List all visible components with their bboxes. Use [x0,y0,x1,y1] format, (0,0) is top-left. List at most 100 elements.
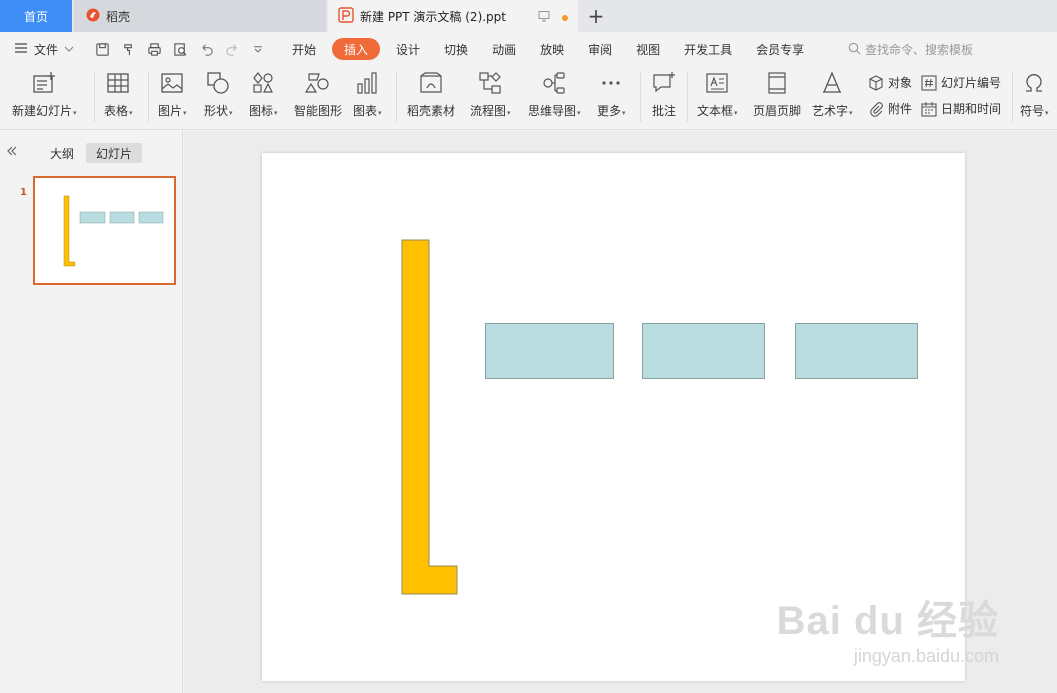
chart-button[interactable]: 图表▾ [353,70,382,119]
file-menu-button[interactable]: 文件 [14,41,84,58]
object-button[interactable]: 对象 [868,74,912,91]
attachment-button[interactable]: 附件 [868,100,912,117]
daoke-logo-icon [86,8,100,25]
main-menu-tabs: 开始 插入 设计 切换 动画 放映 审阅 视图 开发工具 会员专享 [280,32,816,66]
ribbon-separator [687,72,688,122]
rectangle-shape-2[interactable] [642,323,765,379]
header-footer-button[interactable]: 页眉页脚 [753,70,801,119]
redo-icon[interactable] [224,41,240,57]
menu-tab-member[interactable]: 会员专享 [744,38,816,60]
print-icon[interactable] [146,41,162,57]
save-icon[interactable] [94,41,110,57]
slides-panel: 大纲 幻灯片 1 [0,131,183,693]
shape-icon [207,72,229,94]
tab-home[interactable]: 首页 [0,0,72,32]
menu-tab-slideshow[interactable]: 放映 [528,38,576,60]
watermark-url: jingyan.baidu.com [853,646,999,666]
icon-library-icon [253,72,274,93]
tab-outline[interactable]: 大纲 [40,143,84,163]
date-time-label: 日期和时间 [941,102,1002,116]
picture-button[interactable]: 图片▾ [158,70,187,119]
table-label: 表格 [104,104,129,118]
mindmap-button[interactable]: 思维导图▾ [528,70,581,119]
ribbon-separator [94,72,95,122]
header-footer-label: 页眉页脚 [753,104,802,118]
more-button[interactable]: 更多▾ [597,70,626,119]
menu-tab-animation[interactable]: 动画 [480,38,528,60]
print-preview-icon[interactable] [172,41,188,57]
table-icon [107,73,129,93]
menu-tab-design[interactable]: 设计 [384,38,432,60]
l-shape[interactable] [401,239,459,596]
rectangle-shape-3[interactable] [795,323,918,379]
comment-button[interactable]: 批注 [651,70,677,119]
tab-document-label: 新建 PPT 演示文稿 (2).ppt [360,9,506,24]
ribbon-separator [148,72,149,122]
icon-label: 图标 [249,104,274,118]
date-time-button[interactable]: 日期和时间 [921,100,1001,117]
menu-tab-view[interactable]: 视图 [624,38,672,60]
smart-art-button[interactable]: 智能图形 [294,70,342,119]
daoke-material-button[interactable]: 稻壳素材 [407,70,455,119]
tab-daoke[interactable]: 稻壳 [74,0,326,32]
ribbon-separator [640,72,641,122]
collapse-panel-icon[interactable] [6,145,18,161]
mindmap-label: 思维导图 [528,104,577,118]
customize-toolbar-icon[interactable] [250,41,266,57]
ribbon-separator [1012,72,1013,122]
unsaved-indicator-icon [562,14,568,21]
new-slide-button[interactable]: 新建幻灯片▾ [12,70,77,119]
smart-art-label: 智能图形 [294,104,343,118]
picture-label: 图片 [158,104,183,118]
search-icon [848,42,861,58]
symbol-label: 符号 [1020,104,1045,118]
wordart-label: 艺术字 [812,104,849,118]
attachment-label: 附件 [888,102,913,116]
table-button[interactable]: 表格▾ [104,70,133,119]
flowchart-label: 流程图 [470,104,507,118]
textbox-button[interactable]: 文本框▾ [697,70,738,119]
menu-tab-review[interactable]: 审阅 [576,38,624,60]
insert-ribbon: 新建幻灯片▾ 表格▾ 图片▾ 形状▾ 图标▾ 智能图形 图表▾ 稻壳素材 流程图… [0,66,1057,130]
more-label: 更多 [597,104,622,118]
calendar-icon [921,101,937,117]
picture-icon [161,73,183,93]
comment-icon [653,72,675,93]
material-library-icon [420,72,442,93]
smart-art-icon [305,73,329,93]
menu-tab-transition[interactable]: 切换 [432,38,480,60]
object-icon [869,74,883,91]
quick-access-toolbar [94,41,266,57]
undo-icon[interactable] [198,41,214,57]
tab-document[interactable]: 新建 PPT 演示文稿 (2).ppt [328,0,578,32]
more-dots-icon [602,81,620,85]
chart-icon [357,72,377,94]
menu-tab-start[interactable]: 开始 [280,38,328,60]
window-tab-bar: 首页 稻壳 新建 PPT 演示文稿 (2).ppt + [0,0,1057,32]
chart-label: 图表 [353,104,378,118]
menu-tab-insert[interactable]: 插入 [332,38,381,60]
new-slide-icon [33,72,56,93]
flowchart-button[interactable]: 流程图▾ [470,70,511,119]
monitor-icon[interactable] [538,10,550,25]
format-painter-icon[interactable] [120,41,136,57]
menu-tab-developer[interactable]: 开发工具 [672,38,744,60]
new-tab-plus-icon[interactable]: + [584,4,608,28]
command-search-input[interactable]: 查找命令、搜索模板 [848,41,973,58]
slide-number: 1 [20,187,27,198]
symbol-button[interactable]: 符号▾ [1020,70,1049,119]
rectangle-shape-1[interactable] [485,323,614,379]
shape-button[interactable]: 形状▾ [204,70,233,119]
slide-number-button[interactable]: 幻灯片编号 [921,74,1001,91]
search-placeholder: 查找命令、搜索模板 [865,43,974,57]
tab-home-label: 首页 [23,9,48,24]
icon-button[interactable]: 图标▾ [249,70,278,119]
wordart-button[interactable]: 艺术字▾ [812,70,853,119]
tab-slides[interactable]: 幻灯片 [86,143,143,163]
slide-thumbnail[interactable] [33,176,176,285]
object-label: 对象 [888,76,913,90]
watermark: Bai du 经验 jingyan.baidu.com [777,588,999,667]
chevron-down-icon [64,42,74,56]
mindmap-icon [543,72,565,94]
paperclip-icon [870,101,883,117]
